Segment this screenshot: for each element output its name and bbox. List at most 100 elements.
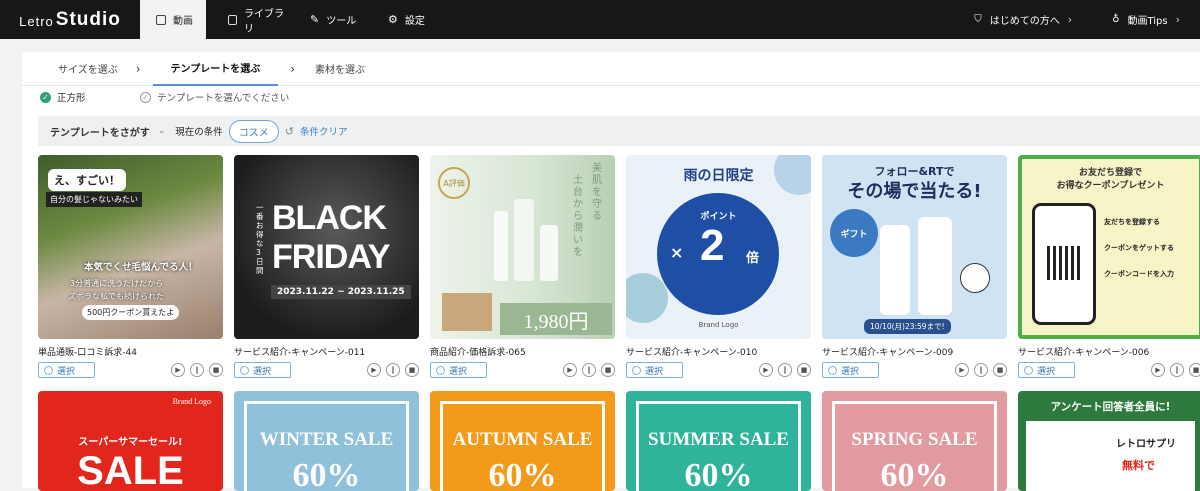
template-card[interactable]: フォロー&RTで その場で当たる! ギフト 10/10(月)23:59まで! サ… [822, 155, 1007, 378]
template-thumbnail[interactable]: WINTER SALE 60% [234, 391, 419, 491]
template-card[interactable]: WINTER SALE 60% [234, 391, 419, 491]
condition-chip[interactable]: コスメ [228, 119, 279, 143]
nav-tips-link[interactable]: ♁ 動画Tips › [1092, 12, 1200, 27]
template-title: サービス紹介-キャンペーン-011 [234, 348, 366, 358]
select-button[interactable]: 選択 [38, 362, 95, 378]
template-card[interactable]: A評価 美肌を守る 土台から潤いを 1,980円 商品紹介-価格訴求-065 選… [430, 155, 615, 378]
template-card[interactable]: SUMMER SALE 60% [626, 391, 811, 491]
template-card[interactable]: え、すごい！ 自分の髪じゃないみたい 本気でくせ毛悩んでる人！ 3分普通に洗うだ… [38, 155, 223, 378]
template-thumbnail[interactable]: え、すごい！ 自分の髪じゃないみたい 本気でくせ毛悩んでる人！ 3分普通に洗うだ… [38, 155, 223, 339]
nav-beginners-link[interactable]: ⛉ はじめての方へ › [954, 12, 1092, 27]
template-thumbnail[interactable]: フォロー&RTで その場で当たる! ギフト 10/10(月)23:59まで! [822, 155, 1007, 339]
template-thumbnail[interactable]: アンケート回答者全員に! レトロサプリ 無料で [1018, 391, 1200, 491]
stop-icon[interactable]: ■ [1189, 363, 1200, 377]
step-tabs: サイズを選ぶ › テンプレートを選ぶ › 素材を選ぶ [22, 52, 1200, 86]
template-title: 単品通販-口コミ訴求-44 [38, 348, 137, 358]
status-row: ✓ 正方形 ✓ テンプレートを選んでください [22, 86, 1200, 108]
stop-icon[interactable]: ■ [601, 363, 615, 377]
stop-icon[interactable]: ■ [797, 363, 811, 377]
pause-icon[interactable]: ‖ [582, 363, 596, 377]
chevron-down-icon[interactable]: ⌄ [158, 126, 166, 136]
template-title: 商品紹介-価格訴求-065 [430, 348, 526, 358]
template-thumbnail[interactable]: AUTUMN SALE 60% [430, 391, 615, 491]
current-conditions-label: 現在の条件 [175, 127, 223, 138]
app-logo[interactable]: Letro Studio [0, 0, 140, 39]
check-circle-icon [828, 365, 837, 375]
template-card[interactable]: 雨の日限定 ポイント × 2 倍 Brand Logo サービス紹介-キャンペー… [626, 155, 811, 378]
qr-code-icon [1047, 246, 1081, 280]
bottle-illustration [514, 199, 534, 281]
nav-tab-video[interactable]: 動画 [140, 0, 206, 39]
check-circle-icon [1024, 365, 1033, 375]
bottle-illustration [540, 225, 558, 281]
template-thumbnail[interactable]: SPRING SALE 60% [822, 391, 1007, 491]
nav-tab-tools[interactable]: ✎ ツール [288, 0, 366, 39]
phone-illustration [1032, 203, 1096, 325]
template-search-toggle[interactable]: テンプレートをさがす [50, 124, 150, 139]
pause-icon[interactable]: ‖ [190, 363, 204, 377]
nav-tab-library[interactable]: ライブラリ [206, 0, 288, 39]
select-button[interactable]: 選択 [1018, 362, 1075, 378]
select-button[interactable]: 選択 [234, 362, 291, 378]
play-icon[interactable]: ▶ [171, 363, 185, 377]
play-icon[interactable]: ▶ [759, 363, 773, 377]
pause-icon[interactable]: ‖ [974, 363, 988, 377]
stop-icon[interactable]: ■ [993, 363, 1007, 377]
step-template[interactable]: テンプレートを選ぶ [152, 52, 279, 86]
chevron-right-icon: › [1067, 13, 1073, 26]
chevron-right-icon: › [1175, 13, 1180, 26]
wrench-icon: ✎ [310, 13, 320, 26]
template-card[interactable]: AUTUMN SALE 60% [430, 391, 615, 491]
template-card[interactable]: アンケート回答者全員に! レトロサプリ 無料で [1018, 391, 1200, 491]
template-card[interactable]: SPRING SALE 60% [822, 391, 1007, 491]
bulb-icon: ♁ [1112, 14, 1120, 25]
check-icon: ✓ [140, 91, 151, 103]
pause-icon[interactable]: ‖ [778, 363, 792, 377]
select-button[interactable]: 選択 [430, 362, 487, 378]
pause-icon[interactable]: ‖ [1170, 363, 1184, 377]
stop-icon[interactable]: ■ [405, 363, 419, 377]
play-icon[interactable]: ▶ [1151, 363, 1165, 377]
cat-illustration [960, 263, 990, 293]
umbrella-illustration [626, 273, 668, 323]
play-icon[interactable]: ▶ [955, 363, 969, 377]
step-material[interactable]: 素材を選ぶ [297, 52, 383, 86]
check-icon: ✓ [40, 91, 51, 103]
reset-icon[interactable]: ↺ [285, 125, 294, 138]
nav-tab-settings[interactable]: ⚙ 設定 [366, 0, 436, 39]
folder-icon [228, 14, 238, 25]
template-card[interactable]: Brand Logo スーパーサマーセール! SALE [38, 391, 223, 491]
video-icon [156, 14, 166, 25]
check-circle-icon [44, 365, 53, 375]
select-button[interactable]: 選択 [626, 362, 683, 378]
check-circle-icon [436, 365, 445, 375]
product-box [442, 293, 492, 331]
chevron-right-icon: › [135, 61, 141, 76]
template-thumbnail[interactable]: A評価 美肌を守る 土台から潤いを 1,980円 [430, 155, 615, 339]
top-navigation-bar: Letro Studio 動画 ライブラリ ✎ ツール ⚙ 設定 ⛉ はじめての方へ › … [0, 0, 1200, 39]
template-thumbnail[interactable]: 雨の日限定 ポイント × 2 倍 Brand Logo [626, 155, 811, 339]
template-thumbnail[interactable]: お友だち登録で お得なクーポンプレゼント 友だちを登録する クーポンをゲットする… [1018, 155, 1200, 339]
status-template: ✓ テンプレートを選んでください [140, 90, 289, 104]
template-title: サービス紹介-キャンペーン-006 [1018, 348, 1150, 358]
template-thumbnail[interactable]: SUMMER SALE 60% [626, 391, 811, 491]
bottle-illustration [918, 217, 952, 315]
template-title: サービス紹介-キャンペーン-009 [822, 348, 954, 358]
select-button[interactable]: 選択 [822, 362, 879, 378]
stop-icon[interactable]: ■ [209, 363, 223, 377]
pause-icon[interactable]: ‖ [386, 363, 400, 377]
template-card[interactable]: お友だち登録で お得なクーポンプレゼント 友だちを登録する クーポンをゲットする… [1018, 155, 1200, 378]
play-icon[interactable]: ▶ [367, 363, 381, 377]
template-thumbnail[interactable]: Brand Logo スーパーサマーセール! SALE [38, 391, 223, 491]
gear-icon: ⚙ [388, 13, 398, 26]
clear-conditions-link[interactable]: 条件クリア [300, 124, 348, 138]
bottle-illustration [494, 211, 508, 281]
chevron-right-icon: › [290, 61, 296, 76]
status-size: ✓ 正方形 [22, 90, 140, 104]
play-icon[interactable]: ▶ [563, 363, 577, 377]
template-card[interactable]: 一番お得な3日間 BLACK FRIDAY 2023.11.22 ~ 2023.… [234, 155, 419, 378]
check-circle-icon [632, 365, 641, 375]
main-panel: サイズを選ぶ › テンプレートを選ぶ › 素材を選ぶ ✓ 正方形 ✓ テンプレートを… [22, 52, 1200, 491]
step-size[interactable]: サイズを選ぶ [22, 52, 136, 86]
template-thumbnail[interactable]: 一番お得な3日間 BLACK FRIDAY 2023.11.22 ~ 2023.… [234, 155, 419, 339]
